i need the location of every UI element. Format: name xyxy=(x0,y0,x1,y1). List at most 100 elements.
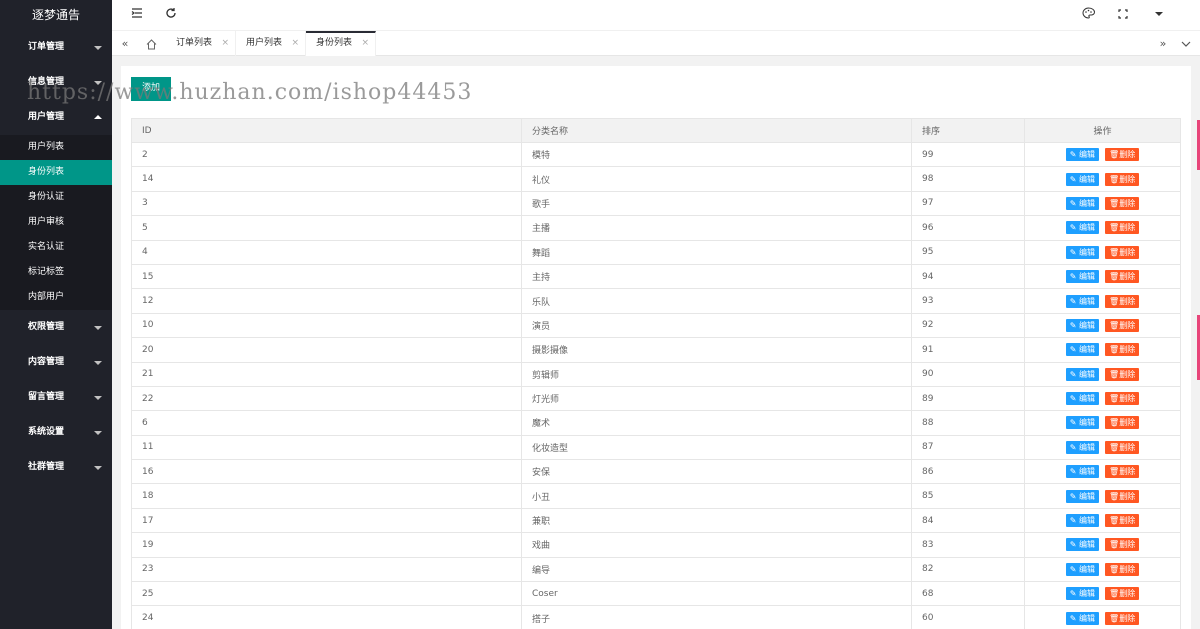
sidebar-item[interactable]: 标记标签 xyxy=(0,260,112,285)
home-icon[interactable] xyxy=(140,31,162,56)
trash-icon: 🗑 xyxy=(1109,467,1120,477)
edit-button[interactable]: ✎ 编辑 xyxy=(1065,196,1100,210)
delete-button[interactable]: 🗑删除 xyxy=(1105,392,1140,406)
nav-group: 留言管理 xyxy=(0,380,112,415)
nav-group-title[interactable]: 用户管理 xyxy=(0,100,112,135)
cell-sort: 93 xyxy=(911,288,1025,314)
nav-group-title[interactable]: 留言管理 xyxy=(0,380,112,415)
delete-button[interactable]: 🗑删除 xyxy=(1105,440,1140,454)
edit-button[interactable]: ✎ 编辑 xyxy=(1065,440,1100,454)
delete-button[interactable]: 🗑删除 xyxy=(1105,318,1140,332)
edit-button[interactable]: ✎ 编辑 xyxy=(1065,489,1100,503)
cell-sort: 90 xyxy=(911,361,1025,387)
close-icon[interactable]: × xyxy=(291,31,299,56)
nav-group-title[interactable]: 内容管理 xyxy=(0,345,112,380)
edit-label: 编辑 xyxy=(1079,247,1096,257)
close-icon[interactable]: × xyxy=(361,33,369,54)
edit-label: 编辑 xyxy=(1079,589,1096,599)
edit-button[interactable]: ✎ 编辑 xyxy=(1065,294,1100,308)
close-icon[interactable]: × xyxy=(221,31,229,56)
edit-icon: ✎ xyxy=(1069,394,1080,404)
nav-group-title[interactable]: 社群管理 xyxy=(0,450,112,485)
tab-order-list[interactable]: 订单列表 × xyxy=(166,31,236,56)
edit-button[interactable]: ✎ 编辑 xyxy=(1065,343,1100,357)
cell-actions: ✎ 编辑 🗑删除 xyxy=(1024,190,1181,217)
delete-button[interactable]: 🗑删除 xyxy=(1105,270,1140,284)
edit-button[interactable]: ✎ 编辑 xyxy=(1065,416,1100,430)
edit-icon: ✎ xyxy=(1069,516,1080,526)
cell-sort: 92 xyxy=(911,312,1025,339)
sidebar-item[interactable]: 内部用户 xyxy=(0,285,112,310)
delete-label: 删除 xyxy=(1119,369,1136,379)
cell-sort: 83 xyxy=(911,532,1025,558)
col-actions-header: 操作 xyxy=(1024,118,1181,143)
sidebar-item[interactable]: 用户审核 xyxy=(0,210,112,235)
sidebar-item[interactable]: 身份列表 xyxy=(0,160,112,185)
sidebar-item[interactable]: 身份认证 xyxy=(0,185,112,210)
tab-dropdown-icon[interactable] xyxy=(1175,31,1197,56)
delete-button[interactable]: 🗑删除 xyxy=(1105,172,1140,186)
table-row: 16 安保 86 ✎ 编辑 🗑删除 xyxy=(131,459,1181,485)
edit-icon: ✎ xyxy=(1069,345,1080,355)
edit-button[interactable]: ✎ 编辑 xyxy=(1065,367,1100,381)
nav-group: 内容管理 xyxy=(0,345,112,380)
cell-sort: 86 xyxy=(911,459,1025,485)
edit-button[interactable]: ✎ 编辑 xyxy=(1065,270,1100,284)
delete-button[interactable]: 🗑删除 xyxy=(1105,538,1140,552)
delete-button[interactable]: 🗑删除 xyxy=(1105,562,1140,576)
delete-button[interactable]: 🗑删除 xyxy=(1105,148,1140,162)
delete-button[interactable]: 🗑删除 xyxy=(1105,343,1140,357)
tab-identity-list[interactable]: 身份列表 × xyxy=(306,31,376,56)
table-row: 12 乐队 93 ✎ 编辑 🗑删除 xyxy=(131,288,1181,314)
delete-button[interactable]: 🗑删除 xyxy=(1105,196,1140,210)
nav-group-label: 社群管理 xyxy=(28,462,65,472)
delete-button[interactable]: 🗑删除 xyxy=(1105,489,1140,503)
nav-group-title[interactable]: 订单管理 xyxy=(0,30,112,65)
menu-fold-icon[interactable] xyxy=(129,7,145,23)
sidebar-item[interactable]: 实名认证 xyxy=(0,235,112,260)
edit-button[interactable]: ✎ 编辑 xyxy=(1065,318,1100,332)
cell-sort: 84 xyxy=(911,507,1025,534)
nav-group-title[interactable]: 系统设置 xyxy=(0,415,112,450)
sidebar-item[interactable]: 用户列表 xyxy=(0,135,112,160)
tab-scroll-left-icon[interactable]: « xyxy=(114,31,136,56)
table-row: 5 主播 96 ✎ 编辑 🗑删除 xyxy=(131,215,1181,241)
edit-button[interactable]: ✎ 编辑 xyxy=(1065,562,1100,576)
cell-actions: ✎ 编辑 🗑删除 xyxy=(1024,361,1181,387)
fullscreen-icon[interactable] xyxy=(1115,7,1131,23)
delete-button[interactable]: 🗑删除 xyxy=(1105,367,1140,381)
nav-group-title[interactable]: 权限管理 xyxy=(0,310,112,345)
edit-button[interactable]: ✎ 编辑 xyxy=(1065,465,1100,479)
edit-button[interactable]: ✎ 编辑 xyxy=(1065,148,1100,162)
edit-label: 编辑 xyxy=(1079,223,1096,233)
delete-button[interactable]: 🗑删除 xyxy=(1105,611,1140,625)
tab-scroll-right-icon[interactable]: » xyxy=(1152,31,1174,56)
edit-button[interactable]: ✎ 编辑 xyxy=(1065,245,1100,259)
refresh-icon[interactable] xyxy=(163,7,179,23)
delete-button[interactable]: 🗑删除 xyxy=(1105,416,1140,430)
delete-button[interactable]: 🗑删除 xyxy=(1105,245,1140,259)
add-button[interactable]: 添加 xyxy=(131,77,171,101)
edit-button[interactable]: ✎ 编辑 xyxy=(1065,392,1100,406)
delete-button[interactable]: 🗑删除 xyxy=(1105,587,1140,601)
edit-button[interactable]: ✎ 编辑 xyxy=(1065,538,1100,552)
delete-button[interactable]: 🗑删除 xyxy=(1105,514,1140,528)
edit-icon: ✎ xyxy=(1069,247,1080,257)
edit-label: 编辑 xyxy=(1079,394,1096,404)
edit-button[interactable]: ✎ 编辑 xyxy=(1065,587,1100,601)
tab-user-list[interactable]: 用户列表 × xyxy=(236,31,306,56)
theme-icon[interactable] xyxy=(1080,7,1096,23)
delete-label: 删除 xyxy=(1119,613,1136,623)
edit-button[interactable]: ✎ 编辑 xyxy=(1065,611,1100,625)
delete-button[interactable]: 🗑删除 xyxy=(1105,221,1140,235)
user-menu-caret-icon[interactable] xyxy=(1151,7,1167,23)
cell-sort: 89 xyxy=(911,385,1025,412)
edit-button[interactable]: ✎ 编辑 xyxy=(1065,172,1100,186)
nav-group-title[interactable]: 信息管理 xyxy=(0,65,112,100)
edit-button[interactable]: ✎ 编辑 xyxy=(1065,514,1100,528)
edit-button[interactable]: ✎ 编辑 xyxy=(1065,221,1100,235)
delete-button[interactable]: 🗑删除 xyxy=(1105,465,1140,479)
trash-icon: 🗑 xyxy=(1109,613,1120,623)
delete-button[interactable]: 🗑删除 xyxy=(1105,294,1140,308)
cell-sort: 94 xyxy=(911,263,1025,290)
